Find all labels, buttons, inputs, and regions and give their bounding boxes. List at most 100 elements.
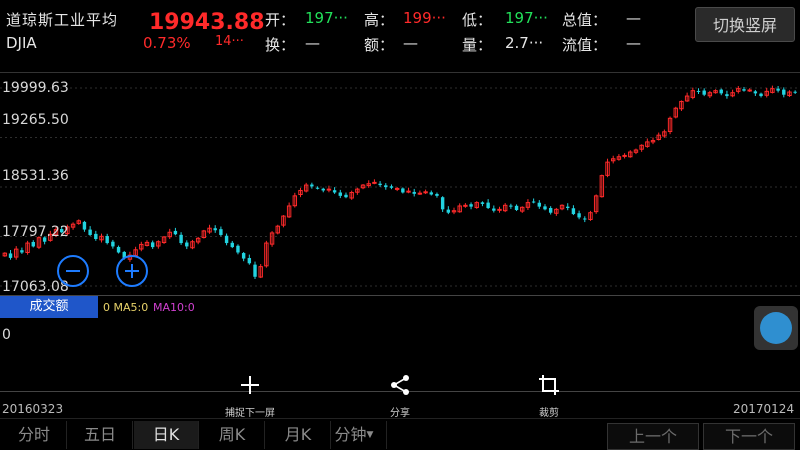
- zoom-in-button[interactable]: [116, 255, 148, 287]
- ma5-label: 0 MA5:0: [103, 301, 149, 314]
- candle: [622, 154, 627, 157]
- tabs-top-border: [0, 418, 800, 419]
- candle: [173, 230, 178, 235]
- index-name: 道琼斯工业平均: [6, 11, 119, 29]
- candle: [571, 208, 576, 215]
- candle: [219, 229, 223, 235]
- index-price: 19943.88: [149, 10, 265, 30]
- candle: [480, 202, 485, 204]
- candle: [111, 241, 115, 247]
- candle: [332, 190, 337, 193]
- candle: [435, 193, 439, 196]
- candle: [94, 233, 98, 240]
- ma10-label: MA10:0: [153, 301, 195, 314]
- candle: [315, 187, 320, 189]
- float-value: —: [626, 34, 641, 52]
- high-value: 199···: [403, 9, 446, 27]
- candle: [401, 188, 405, 193]
- candle: [372, 181, 377, 184]
- candle: [509, 205, 513, 207]
- floating-action-button[interactable]: [754, 306, 798, 350]
- y-tick-label: 17063.08: [2, 279, 69, 295]
- capture-next-tool[interactable]: 捕捉下一屏: [205, 374, 295, 419]
- low-value: 197···: [505, 9, 548, 27]
- candle: [469, 204, 473, 207]
- share-icon: [391, 375, 409, 395]
- change-value: 14···: [215, 34, 244, 49]
- turnover-label: 换：: [265, 36, 296, 54]
- candle: [793, 91, 797, 93]
- total-value: —: [626, 9, 641, 27]
- candle: [423, 191, 428, 194]
- candle: [747, 89, 752, 92]
- candle: [486, 202, 490, 208]
- candle: [8, 253, 13, 258]
- candle: [742, 89, 746, 91]
- crop-tool[interactable]: 裁剪: [504, 374, 594, 419]
- tab-weekly-k[interactable]: 周K: [200, 421, 265, 449]
- capture-next-label: 捕捉下一屏: [225, 408, 275, 419]
- candle: [105, 236, 109, 244]
- switch-portrait-button[interactable]: 切换竖屏: [695, 7, 795, 42]
- candle: [417, 192, 423, 195]
- change-percent: 0.73%: [143, 34, 191, 52]
- candle: [213, 228, 217, 231]
- candle: [20, 250, 24, 253]
- volume-value: 0: [2, 327, 11, 343]
- candle: [440, 197, 445, 210]
- candle: [776, 88, 780, 91]
- end-date: 20170124: [733, 402, 795, 416]
- candle: [236, 245, 240, 253]
- crop-label: 裁剪: [539, 408, 559, 419]
- candle: [247, 258, 252, 264]
- zoom-out-button[interactable]: [57, 255, 89, 287]
- tab-five-day[interactable]: 五日: [68, 421, 133, 449]
- volume-tab[interactable]: 成交额: [0, 296, 98, 318]
- candle: [344, 194, 348, 198]
- prev-button[interactable]: 上一个: [607, 423, 699, 450]
- candle: [782, 89, 786, 95]
- next-button[interactable]: 下一个: [703, 423, 795, 450]
- candle: [446, 209, 451, 213]
- candle: [378, 183, 382, 186]
- candle: [492, 208, 496, 211]
- index-code: DJIA: [6, 34, 37, 52]
- float-label: 流值：: [562, 36, 608, 54]
- candle: [583, 218, 587, 220]
- candle: [224, 235, 229, 244]
- candle: [702, 90, 706, 95]
- candle: [514, 205, 519, 211]
- candle: [394, 187, 400, 190]
- crop-icon: [539, 375, 559, 395]
- candle: [241, 253, 246, 259]
- candle: [429, 192, 433, 195]
- candle: [179, 234, 183, 244]
- candle: [338, 192, 343, 196]
- y-tick-label: 18531.36: [2, 168, 69, 184]
- amount-value: —: [403, 34, 418, 52]
- tab-minute-label: 分钟: [334, 425, 367, 444]
- open-value: 197···: [305, 9, 348, 27]
- candle: [326, 188, 332, 191]
- high-label: 高：: [364, 11, 395, 29]
- candle: [497, 208, 502, 211]
- candle: [753, 91, 758, 94]
- candle: [230, 242, 234, 248]
- total-label: 总值：: [562, 11, 608, 29]
- tab-daily-k[interactable]: 日K: [134, 421, 199, 449]
- candle: [389, 186, 394, 188]
- share-tool[interactable]: 分享: [355, 374, 445, 419]
- candle: [463, 204, 468, 207]
- candle: [725, 94, 729, 97]
- y-tick-label: 19999.63: [2, 80, 69, 96]
- candle: [543, 206, 547, 210]
- candle: [548, 207, 553, 213]
- candle: [321, 188, 325, 191]
- tab-intraday[interactable]: 分时: [2, 421, 67, 449]
- candle: [412, 191, 416, 194]
- candle: [759, 93, 763, 97]
- amount-label: 额：: [364, 36, 395, 54]
- y-tick-label: 19265.50: [2, 112, 69, 128]
- tab-minute[interactable]: 分钟▼: [322, 421, 387, 449]
- y-tick-label: 17797.22: [2, 224, 69, 240]
